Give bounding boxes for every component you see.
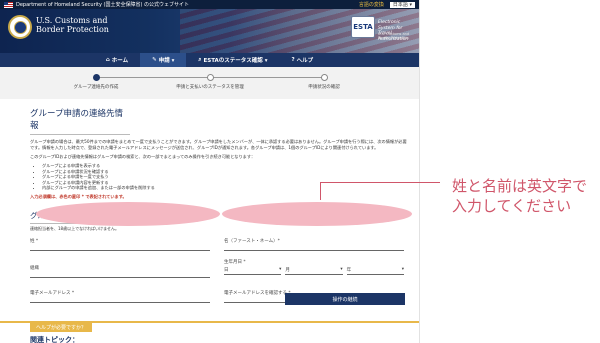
dob-year-select[interactable]: 年 ▾ xyxy=(346,266,404,275)
given-name-input[interactable] xyxy=(224,249,404,251)
continue-button[interactable]: 操作の継続 xyxy=(285,293,405,305)
surname-label: 姓 * xyxy=(30,238,39,244)
search-icon: ⌕ xyxy=(198,56,202,63)
dob-selects: 日 ▾ 月 ▾ 年 ▾ xyxy=(224,267,404,275)
esta-logo-subtext: U.S. Customs and Border Protection xyxy=(378,32,410,40)
nav-help[interactable]: ? ヘルプ xyxy=(279,53,325,67)
progress-tracker: グループ連絡先の作成 申請と支払いのステータスを管理 申請状況の確認 xyxy=(0,67,419,99)
org-dob-row: 組織 生年月日 * 日 ▾ 月 ▾ 年 ▾ xyxy=(30,260,404,290)
help-tab[interactable]: ヘルプが必要ですか？ xyxy=(30,323,93,332)
dob-field: 生年月日 * 日 ▾ 月 ▾ 年 ▾ xyxy=(224,259,404,275)
dhs-seal-icon[interactable] xyxy=(8,15,32,39)
given-name-label: 名（ファースト・ネーム）* xyxy=(224,238,280,244)
dob-day-select[interactable]: 日 ▾ xyxy=(224,266,282,275)
top-utility-bar: Department of Homeland Security (国土安全保障省… xyxy=(0,0,419,9)
step-dot-icon xyxy=(92,74,100,81)
nav-apply[interactable]: ✎ 申請 ▾ xyxy=(140,53,187,67)
surname-field[interactable]: 姓 * xyxy=(30,238,210,251)
nav-home[interactable]: ⌂ ホーム xyxy=(94,53,140,67)
annotation-pointer xyxy=(320,182,321,200)
esta-logo[interactable]: ESTA Electronic System for Travel Author… xyxy=(351,16,413,44)
progress-step-manage-status: 申請と支払いのステータスを管理 xyxy=(150,73,270,90)
email-input[interactable] xyxy=(30,301,210,303)
header-banner: U.S. Customs and Border Protection ESTA … xyxy=(0,9,419,53)
step-dot-icon xyxy=(206,74,214,81)
esta-logo-mark: ESTA xyxy=(351,16,375,38)
screenshot-root: Department of Homeland Security (国土安全保障省… xyxy=(0,0,600,343)
esta-page: Department of Homeland Security (国土安全保障省… xyxy=(0,0,420,343)
redaction-blob xyxy=(222,202,412,226)
agency-name[interactable]: U.S. Customs and Border Protection xyxy=(36,16,109,34)
list-item: 内部にグループの申請を追加、またはー部の申請を削除する xyxy=(42,185,403,191)
given-name-field[interactable]: 名（ファースト・ネーム）* xyxy=(224,238,404,251)
apply-icon: ✎ xyxy=(152,57,157,63)
email-field[interactable]: 電子メールアドレス * xyxy=(30,290,210,303)
email-label: 電子メールアドレス * xyxy=(30,290,75,296)
language-select[interactable]: 日本語 ▾ xyxy=(389,1,415,8)
annotation-line xyxy=(320,182,440,183)
step-dot-icon xyxy=(320,74,328,81)
us-flag-icon xyxy=(4,1,13,8)
organization-input[interactable] xyxy=(30,276,210,278)
main-nav: ⌂ ホーム ✎ 申請 ▾ ⌕ ESTAのステータス確認 ▾ ? ヘルプ xyxy=(0,53,419,67)
chevron-down-icon: ▾ xyxy=(401,266,404,272)
progress-step-check-status: 申請状況の確認 xyxy=(264,73,384,90)
home-icon: ⌂ xyxy=(105,57,110,63)
surname-input[interactable] xyxy=(30,249,210,251)
related-topics-title: 関連トピック： xyxy=(30,336,79,343)
help-icon: ? xyxy=(291,57,295,63)
nav-status-check[interactable]: ⌕ ESTAのステータス確認 ▾ xyxy=(186,53,279,67)
organization-label: 組織 xyxy=(30,265,39,271)
dob-label: 生年月日 * xyxy=(224,259,246,265)
progress-step-create-contact: グループ連絡先の作成 xyxy=(36,73,156,90)
dob-month-select[interactable]: 月 ▾ xyxy=(285,266,343,275)
chevron-down-icon: ▾ xyxy=(340,266,343,272)
official-site-note: Department of Homeland Security (国土安全保障省… xyxy=(16,2,190,8)
page-title: グループ申請の連絡先情報 xyxy=(30,107,130,135)
contact-section-subtitle: 連絡担当者を、18歳以上でなければいけません。 xyxy=(30,225,119,231)
chevron-down-icon: ▾ xyxy=(279,266,282,272)
annotation-note: 姓と名前は英文字で 入力してください xyxy=(452,177,588,215)
page-description: グループ申請の場合は、最大50件までの申請をまとめて一度で支払うことができます。… xyxy=(30,139,407,150)
group-actions-list: グループによる申請を表示する グループによる申請状況を確認する グループによる申… xyxy=(30,163,403,191)
redaction-blob xyxy=(36,202,220,226)
language-link[interactable]: 言語の変換 xyxy=(359,1,384,8)
organization-field[interactable]: 組織 xyxy=(30,265,210,278)
required-fields-note: 入力必須欄は、赤色の星印 * で表記されています。 xyxy=(30,193,127,199)
group-id-note: このグループIDおよび連絡先情報はグループ申請の検索と、次の一部でまとまってのみ… xyxy=(30,154,256,159)
help-footer: ヘルプが必要ですか？ 関連トピック： xyxy=(0,321,419,343)
